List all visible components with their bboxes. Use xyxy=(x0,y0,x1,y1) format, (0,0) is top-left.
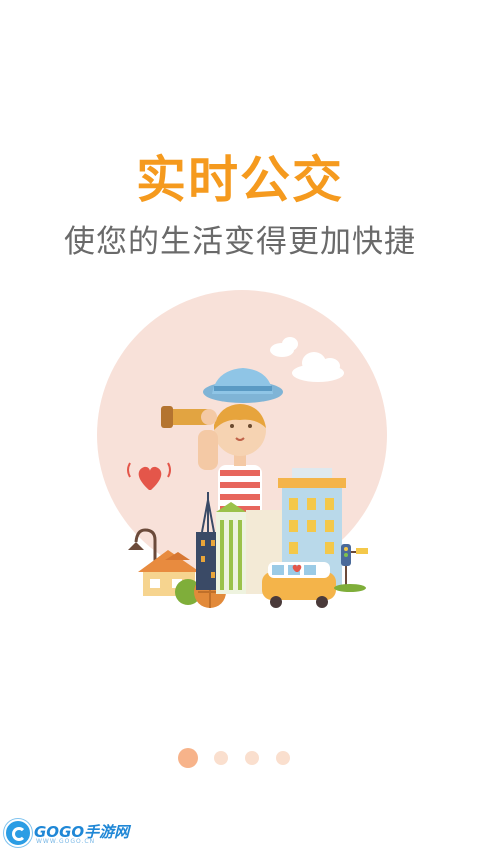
page-indicator xyxy=(0,748,480,770)
page-dot-3[interactable] xyxy=(245,751,259,765)
green-building xyxy=(216,502,246,594)
page-dot-2[interactable] xyxy=(214,751,228,765)
bus-icon xyxy=(262,562,336,608)
page-dot-4[interactable] xyxy=(276,751,290,765)
gogo-logo-icon xyxy=(4,819,32,847)
page-title: 实时公交 xyxy=(136,151,344,209)
watermark-url: WWW.GOGO.CN xyxy=(36,838,96,845)
page-dot-1[interactable] xyxy=(178,748,198,768)
page-subtitle: 使您的生活变得更加快捷 xyxy=(64,224,416,260)
city-illustration xyxy=(97,290,387,608)
watermark: GOGO手游网 WWW.GOGO.CN xyxy=(4,819,154,847)
